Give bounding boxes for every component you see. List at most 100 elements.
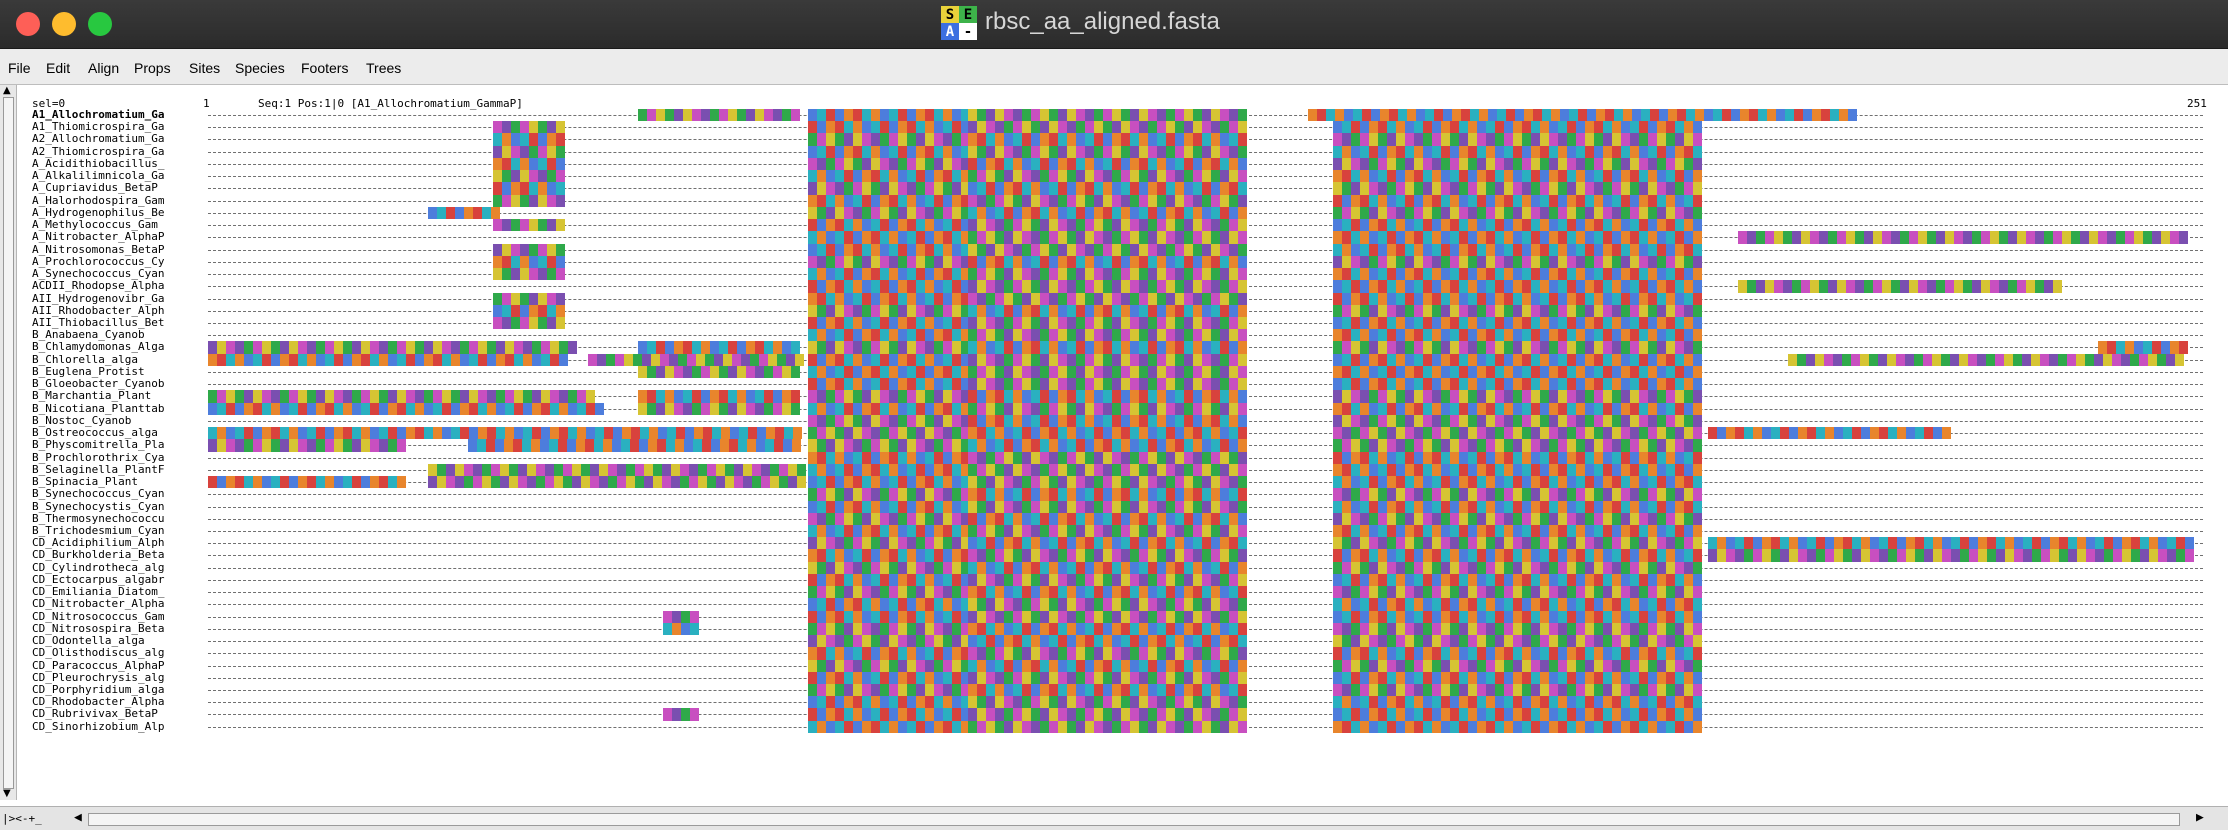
sequence-name[interactable]: A_Cupriavidus_BetaP xyxy=(32,182,192,194)
sequence-name[interactable]: CD_Odontella_alga xyxy=(32,635,192,647)
alignment-row[interactable] xyxy=(208,206,2203,220)
sequence-name[interactable]: A_Alkalilimnicola_Ga xyxy=(32,170,192,182)
alignment-row[interactable] xyxy=(208,329,2203,342)
sequence-name[interactable]: CD_Nitrosococcus_Gam xyxy=(32,611,192,623)
sequence-name[interactable]: B_Nicotiana_Planttab xyxy=(32,403,192,415)
alignment-row[interactable] xyxy=(208,353,2203,366)
sequence-name[interactable]: CD_Rhodobacter_Alpha xyxy=(32,696,192,708)
alignment-row[interactable] xyxy=(208,109,2203,122)
scroll-up-arrow-icon[interactable]: ▲ xyxy=(3,85,11,96)
sequence-name[interactable]: A_Prochlorococcus_Cy xyxy=(32,256,192,268)
alignment-row[interactable] xyxy=(208,219,2203,232)
close-window-button[interactable] xyxy=(16,12,40,36)
alignment-row[interactable] xyxy=(208,304,2203,317)
sequence-name[interactable]: B_Synechocystis_Cyan xyxy=(32,501,192,513)
alignment-row[interactable] xyxy=(208,414,2203,428)
sequence-name[interactable]: CD_Sinorhizobium_Alp xyxy=(32,721,192,733)
alignment-row[interactable] xyxy=(208,402,2203,415)
alignment-row[interactable] xyxy=(208,476,2203,489)
menu-align[interactable]: Align xyxy=(88,60,119,76)
sequence-name[interactable]: AII_Thiobacillus_Bet xyxy=(32,317,192,329)
sequence-name[interactable]: AII_Rhodobacter_Alph xyxy=(32,305,192,317)
alignment-grid[interactable] xyxy=(208,109,2203,733)
sequence-name[interactable]: A_Hydrogenophilus_Be xyxy=(32,207,192,219)
menu-props[interactable]: Props xyxy=(134,60,171,76)
sequence-name[interactable]: CD_Nitrobacter_Alpha xyxy=(32,598,192,610)
alignment-row[interactable] xyxy=(208,182,2203,195)
alignment-row[interactable] xyxy=(208,243,2203,256)
alignment-row[interactable] xyxy=(208,194,2203,207)
sequence-name[interactable]: CD_Nitrosospira_Beta xyxy=(32,623,192,635)
sequence-name[interactable]: A2_Allochromatium_Ga xyxy=(32,133,192,145)
menu-species[interactable]: Species xyxy=(235,60,285,76)
sequence-name[interactable]: A_Methylococcus_Gam xyxy=(32,219,192,231)
sequence-name[interactable]: A_Acidithiobacillus_ xyxy=(32,158,192,170)
scroll-down-arrow-icon[interactable]: ▼ xyxy=(3,788,11,799)
sequence-name[interactable]: CD_Ectocarpus_algabr xyxy=(32,574,192,586)
sequence-name[interactable]: A1_Thiomicrospira_Ga xyxy=(32,121,192,133)
sequence-name[interactable]: B_Gloeobacter_Cyanob xyxy=(32,378,192,390)
sequence-name[interactable]: B_Nostoc_Cyanob xyxy=(32,415,192,427)
alignment-row[interactable] xyxy=(208,145,2203,158)
zoom-window-button[interactable] xyxy=(88,12,112,36)
sequence-name[interactable]: CD_Emiliania_Diatom_ xyxy=(32,586,192,598)
alignment-row[interactable] xyxy=(208,157,2203,171)
sequence-name[interactable]: B_Chlorella_alga xyxy=(32,354,192,366)
sequence-name[interactable]: B_Synechococcus_Cyan xyxy=(32,488,192,500)
menu-trees[interactable]: Trees xyxy=(366,60,401,76)
sequence-name[interactable]: CD_Acidiphilium_Alph xyxy=(32,537,192,549)
sequence-name[interactable]: B_Selaginella_PlantF xyxy=(32,464,192,476)
alignment-row[interactable] xyxy=(208,341,2203,354)
sequence-name[interactable]: ACDII_Rhodopse_Alpha xyxy=(32,280,192,292)
sequence-name[interactable]: B_Thermosynechococcu xyxy=(32,513,192,525)
alignment-row[interactable] xyxy=(208,439,2203,452)
menu-footers[interactable]: Footers xyxy=(301,60,348,76)
alignment-row[interactable] xyxy=(208,292,2203,305)
sequence-name[interactable]: A_Nitrosomonas_BetaP xyxy=(32,244,192,256)
alignment-row[interactable] xyxy=(208,561,2203,574)
alignment-row[interactable] xyxy=(208,524,2203,538)
sequence-name[interactable]: B_Euglena_Protist xyxy=(32,366,192,378)
alignment-row[interactable] xyxy=(208,537,2203,550)
alignment-row[interactable] xyxy=(208,268,2203,281)
alignment-row[interactable] xyxy=(208,133,2203,146)
sequence-name[interactable]: A2_Thiomicrospira_Ga xyxy=(32,146,192,158)
alignment-row[interactable] xyxy=(208,280,2203,293)
alignment-row[interactable] xyxy=(208,451,2203,464)
sequence-name[interactable]: A1_Allochromatium_Ga xyxy=(32,109,192,121)
sequence-name[interactable]: CD_Porphyridium_alga xyxy=(32,684,192,696)
sequence-name[interactable]: B_Ostreococcus_alga xyxy=(32,427,192,439)
alignment-row[interactable] xyxy=(208,316,2203,330)
sequence-name[interactable]: B_Trichodesmium_Cyan xyxy=(32,525,192,537)
vertical-scroll-thumb[interactable] xyxy=(3,97,14,789)
sequence-name[interactable]: CD_Cylindrotheca_alg xyxy=(32,562,192,574)
alignment-row[interactable] xyxy=(208,573,2203,587)
sequence-name[interactable]: CD_Paracoccus_AlphaP xyxy=(32,660,192,672)
sequence-name[interactable]: B_Prochlorothrix_Cya xyxy=(32,452,192,464)
minimize-window-button[interactable] xyxy=(52,12,76,36)
sequence-name[interactable]: CD_Rubrivivax_BetaP xyxy=(32,708,192,720)
alignment-row[interactable] xyxy=(208,390,2203,403)
sequence-name[interactable]: B_Spinacia_Plant xyxy=(32,476,192,488)
sequence-name[interactable]: A_Nitrobacter_AlphaP xyxy=(32,231,192,243)
sequence-name[interactable]: B_Anabaena_Cyanob xyxy=(32,329,192,341)
alignment-row[interactable] xyxy=(208,231,2203,244)
sequence-name[interactable]: CD_Olisthodiscus_alg xyxy=(32,647,192,659)
menu-edit[interactable]: Edit xyxy=(46,60,70,76)
vertical-scrollbar[interactable]: ▲ ▼ xyxy=(0,85,17,800)
alignment-row[interactable] xyxy=(208,512,2203,525)
alignment-row[interactable] xyxy=(208,463,2203,477)
sequence-name[interactable]: B_Physcomitrella_Pla xyxy=(32,439,192,451)
sequence-name[interactable]: CD_Pleurochrysis_alg xyxy=(32,672,192,684)
alignment-row[interactable] xyxy=(208,549,2203,562)
menu-sites[interactable]: Sites xyxy=(189,60,220,76)
alignment-row[interactable] xyxy=(208,427,2203,440)
alignment-viewer[interactable]: ▲ ▼ sel=0 1 Seq:1 Pos:1|0 [A1_Allochroma… xyxy=(0,84,2228,807)
sequence-name[interactable]: B_Marchantia_Plant xyxy=(32,390,192,402)
sequence-name[interactable]: A_Synechococcus_Cyan xyxy=(32,268,192,280)
alignment-row[interactable] xyxy=(208,488,2203,501)
alignment-row[interactable] xyxy=(208,170,2203,183)
alignment-row[interactable] xyxy=(208,586,2203,599)
alignment-row[interactable] xyxy=(208,500,2203,513)
sequence-name[interactable]: A_Halorhodospira_Gam xyxy=(32,195,192,207)
